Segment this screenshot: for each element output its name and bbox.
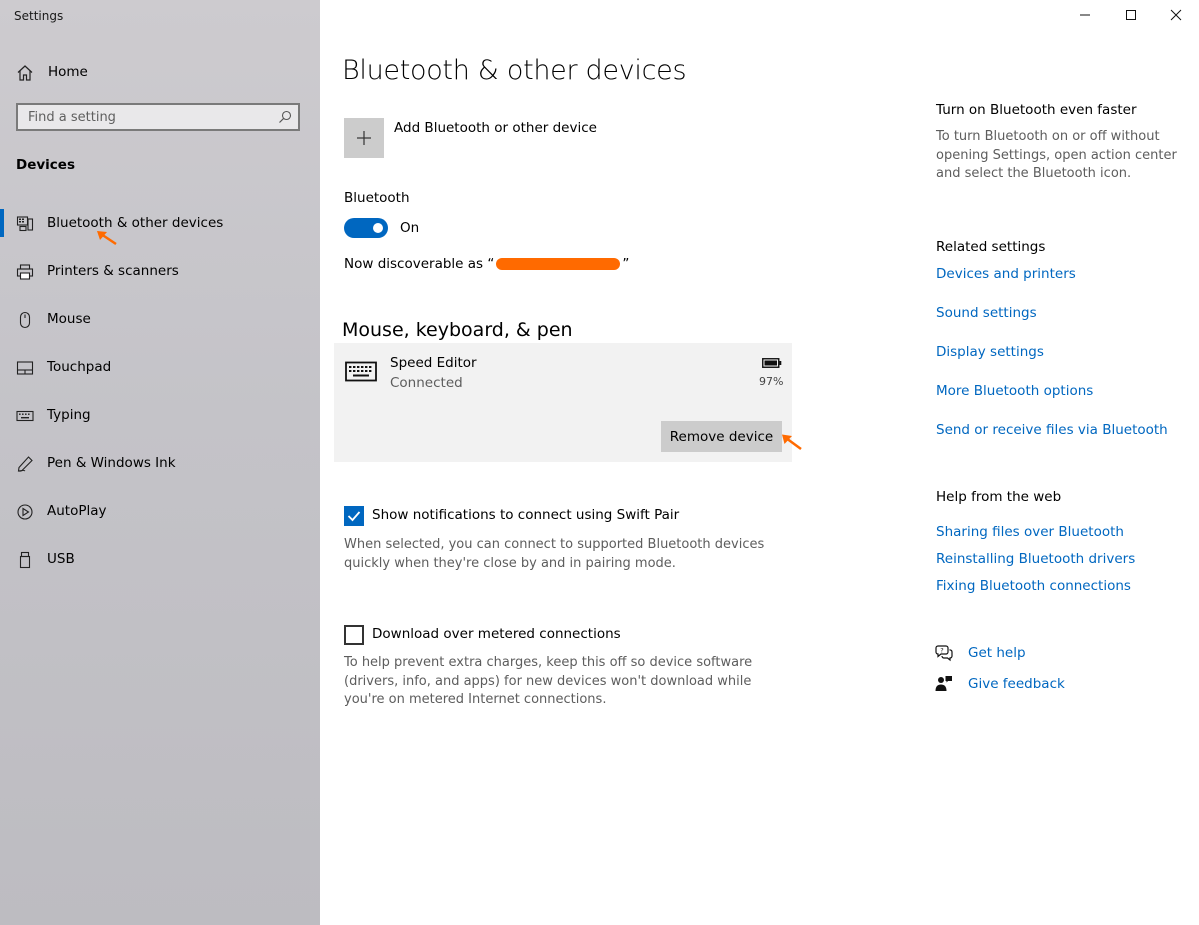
usb-icon (19, 551, 31, 569)
help-web-heading: Help from the web (936, 489, 1062, 505)
faster-description: To turn Bluetooth on or off without open… (936, 129, 1177, 181)
bluetooth-toggle[interactable] (344, 218, 388, 238)
device-card[interactable]: Speed Editor Connected 97% Remove device (334, 343, 792, 462)
link-sharing-files[interactable]: Sharing files over Bluetooth (936, 524, 1124, 540)
toggle-knob (373, 223, 383, 233)
metered-description: To help prevent extra charges, keep this… (344, 655, 753, 707)
discoverable-prefix: Now discoverable as “ (344, 256, 495, 272)
discoverable-suffix: ” (622, 256, 630, 272)
maximize-icon (1126, 10, 1136, 20)
swift-pair-checkbox[interactable] (344, 506, 364, 526)
add-device-button[interactable] (344, 118, 384, 158)
page-title: Bluetooth & other devices (342, 55, 687, 86)
metered-label[interactable]: Download over metered connections (372, 626, 621, 642)
sidebar-item-pen[interactable]: Pen & Windows Ink (0, 444, 320, 484)
swift-pair-description: When selected, you can connect to suppor… (344, 537, 765, 571)
sidebar-item-label: AutoPlay (47, 503, 107, 519)
section-title: Mouse, keyboard, & pen (342, 319, 573, 341)
link-send-receive-files[interactable]: Send or receive files via Bluetooth (936, 422, 1168, 438)
redaction-mark (496, 258, 621, 270)
minimize-icon (1080, 14, 1090, 16)
sidebar-item-label: Bluetooth & other devices (47, 215, 224, 231)
link-devices-and-printers[interactable]: Devices and printers (936, 266, 1076, 282)
home-nav-item[interactable]: Home (16, 62, 88, 84)
annotation-arrow-icon (97, 231, 117, 246)
sidebar-item-mouse[interactable]: Mouse (0, 300, 320, 340)
give-feedback-icon (935, 676, 952, 691)
bluetooth-state-label: On (400, 220, 420, 236)
faster-heading: Turn on Bluetooth even faster (936, 102, 1137, 118)
related-settings-heading: Related settings (936, 239, 1046, 255)
touchpad-icon (16, 361, 34, 375)
get-help-icon: ? (935, 645, 953, 662)
keyboard-icon (16, 410, 34, 422)
minimize-button[interactable] (1062, 0, 1108, 30)
link-more-bluetooth-options[interactable]: More Bluetooth options (936, 383, 1093, 399)
sidebar-item-label: Mouse (47, 311, 91, 327)
printer-icon (16, 264, 34, 280)
get-help-link[interactable]: Get help (968, 645, 1026, 661)
search-icon[interactable] (278, 110, 292, 124)
sidebar-item-label: Typing (47, 407, 91, 423)
close-icon (1170, 9, 1182, 21)
sidebar-item-label: Pen & Windows Ink (47, 455, 176, 471)
battery-percentage: 97% (759, 375, 784, 388)
sidebar-item-label: Printers & scanners (47, 263, 179, 279)
sidebar: Settings Home Devices Bluetooth & other … (0, 0, 320, 925)
maximize-button[interactable] (1108, 0, 1154, 30)
link-sound-settings[interactable]: Sound settings (936, 305, 1037, 321)
link-reinstalling-drivers[interactable]: Reinstalling Bluetooth drivers (936, 551, 1135, 567)
autoplay-icon (17, 504, 33, 520)
pen-icon (17, 456, 33, 472)
bluetooth-label: Bluetooth (344, 190, 410, 206)
devices-section-heading: Devices (16, 157, 75, 173)
keyboard-icon (345, 361, 377, 382)
search-box[interactable] (16, 103, 300, 131)
close-button[interactable] (1153, 0, 1199, 30)
sidebar-item-touchpad[interactable]: Touchpad (0, 348, 320, 388)
svg-text:?: ? (940, 646, 943, 654)
device-status: Connected (390, 375, 463, 391)
battery-icon (762, 358, 782, 368)
checkmark-icon (347, 511, 361, 522)
link-display-settings[interactable]: Display settings (936, 344, 1044, 360)
search-input[interactable] (18, 105, 278, 129)
home-label: Home (48, 64, 88, 80)
plus-icon (357, 131, 371, 145)
sidebar-item-label: USB (47, 551, 75, 567)
home-icon (17, 65, 33, 81)
metered-checkbox[interactable] (344, 625, 364, 645)
bluetooth-devices-icon (16, 216, 34, 232)
add-device-label[interactable]: Add Bluetooth or other device (394, 120, 597, 136)
swift-pair-label[interactable]: Show notifications to connect using Swif… (372, 507, 679, 523)
remove-device-button[interactable]: Remove device (661, 421, 782, 452)
give-feedback-link[interactable]: Give feedback (968, 676, 1065, 692)
sidebar-item-autoplay[interactable]: AutoPlay (0, 492, 320, 532)
device-name: Speed Editor (390, 355, 477, 371)
annotation-arrow-icon (782, 434, 802, 451)
mouse-icon (19, 311, 31, 329)
sidebar-item-typing[interactable]: Typing (0, 396, 320, 436)
app-title: Settings (14, 9, 64, 23)
sidebar-item-bluetooth[interactable]: Bluetooth & other devices (0, 204, 320, 244)
selection-indicator (0, 209, 4, 237)
link-fixing-connections[interactable]: Fixing Bluetooth connections (936, 578, 1131, 594)
sidebar-item-usb[interactable]: USB (0, 540, 320, 580)
discoverable-text: Now discoverable as “ ” (344, 256, 629, 272)
sidebar-item-label: Touchpad (47, 359, 112, 375)
sidebar-item-printers[interactable]: Printers & scanners (0, 252, 320, 292)
